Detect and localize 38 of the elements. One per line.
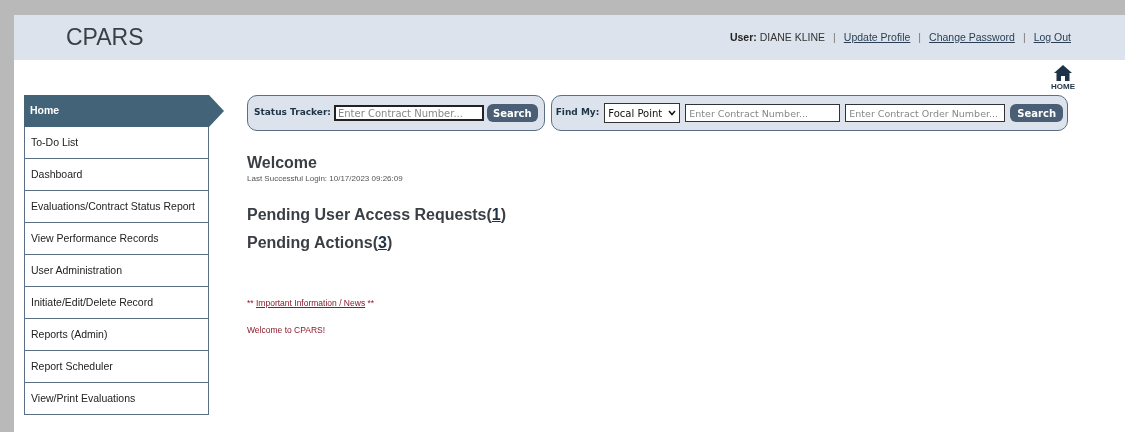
count-link[interactable]: 1 (491, 206, 501, 223)
sidebar-item[interactable]: Report Scheduler (24, 351, 209, 383)
separator: | (1022, 29, 1026, 45)
sidebar-item[interactable]: User Administration (24, 255, 209, 287)
news-link[interactable]: Important Information / News (256, 298, 366, 308)
pending-heading: Pending Actions(3) (247, 233, 394, 253)
separator: | (918, 29, 922, 45)
pending-heading: Pending User Access Requests(1) (247, 205, 508, 225)
contract-order-field[interactable]: Enter Contract Order Number... (845, 104, 1006, 122)
sidebar-item[interactable]: Reports (Admin) (24, 319, 209, 351)
sidebar-item[interactable]: To-Do List (24, 127, 209, 159)
header-link[interactable]: Log Out (1033, 29, 1071, 46)
home-link[interactable]: HOME (1051, 65, 1075, 95)
app-logo: CPARS (66, 23, 144, 53)
welcome-message: Welcome to CPARS! (247, 323, 327, 337)
contract-number-field[interactable]: Enter Contract Number... (685, 104, 841, 122)
user-name: User: DIANE KLINE (729, 29, 826, 45)
header-link[interactable]: Change Password (929, 29, 1015, 46)
news-line: ** Important Information / News ** (247, 297, 376, 310)
header-link[interactable]: Update Profile (843, 29, 911, 46)
home-icon (1054, 65, 1072, 81)
sidebar-item[interactable]: Home (24, 95, 224, 127)
sidebar-item[interactable]: View/Print Evaluations (24, 383, 209, 415)
field-label: Status Tracker: (254, 106, 331, 120)
sidebar-item[interactable]: Initiate/Edit/Delete Record (24, 287, 209, 319)
search-button[interactable]: Search (486, 104, 538, 122)
count-link[interactable]: 3 (377, 234, 387, 251)
sidebar-item[interactable]: Evaluations/Contract Status Report (24, 191, 209, 223)
separator: | (833, 29, 836, 45)
field-label: Find My: (555, 106, 600, 120)
sidebar-item[interactable]: View Performance Records (24, 223, 209, 255)
chevron-down-icon (668, 110, 677, 116)
contract-number-field[interactable]: Enter Contract Number... (333, 105, 484, 121)
welcome-heading: Welcome (247, 153, 318, 173)
role-dropdown[interactable]: Focal Point (604, 103, 681, 123)
sidebar-item[interactable]: Dashboard (24, 159, 209, 191)
search-button[interactable]: Search (1010, 104, 1064, 122)
last-login-text: Last Successful Login: 10/17/2023 09:26:09 (247, 173, 404, 185)
